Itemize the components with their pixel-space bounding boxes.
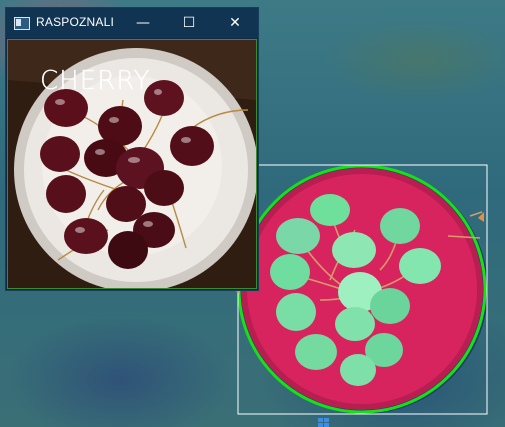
maximize-button[interactable]: ☐ [166, 8, 212, 38]
cherry [270, 254, 310, 290]
cherry [310, 194, 350, 226]
cherry [332, 232, 376, 268]
minimize-button[interactable]: — [120, 8, 166, 38]
cherry [108, 231, 148, 269]
cherry [380, 208, 420, 244]
cherry [144, 170, 184, 206]
cherry [370, 288, 410, 324]
cherry [399, 248, 441, 284]
close-button[interactable]: ✕ [212, 8, 258, 38]
cherry [64, 218, 108, 254]
window-title: RASPOZNALI [36, 15, 115, 29]
windows-logo-icon [318, 418, 329, 427]
cherry [340, 354, 376, 386]
cherry [46, 175, 86, 213]
cherry [40, 136, 80, 172]
cherry [335, 307, 375, 341]
cherry [276, 293, 316, 331]
cherry [170, 126, 214, 166]
cherry [295, 334, 337, 370]
recognized-image: CHERRY [7, 39, 257, 289]
detected-label: CHERRY [40, 66, 151, 96]
cherry [276, 218, 320, 254]
result-window: RASPOZNALI — ☐ ✕ CHERRY [5, 7, 259, 291]
window-titlebar[interactable]: RASPOZNALI — ☐ ✕ [6, 8, 258, 38]
app-icon [14, 17, 30, 30]
